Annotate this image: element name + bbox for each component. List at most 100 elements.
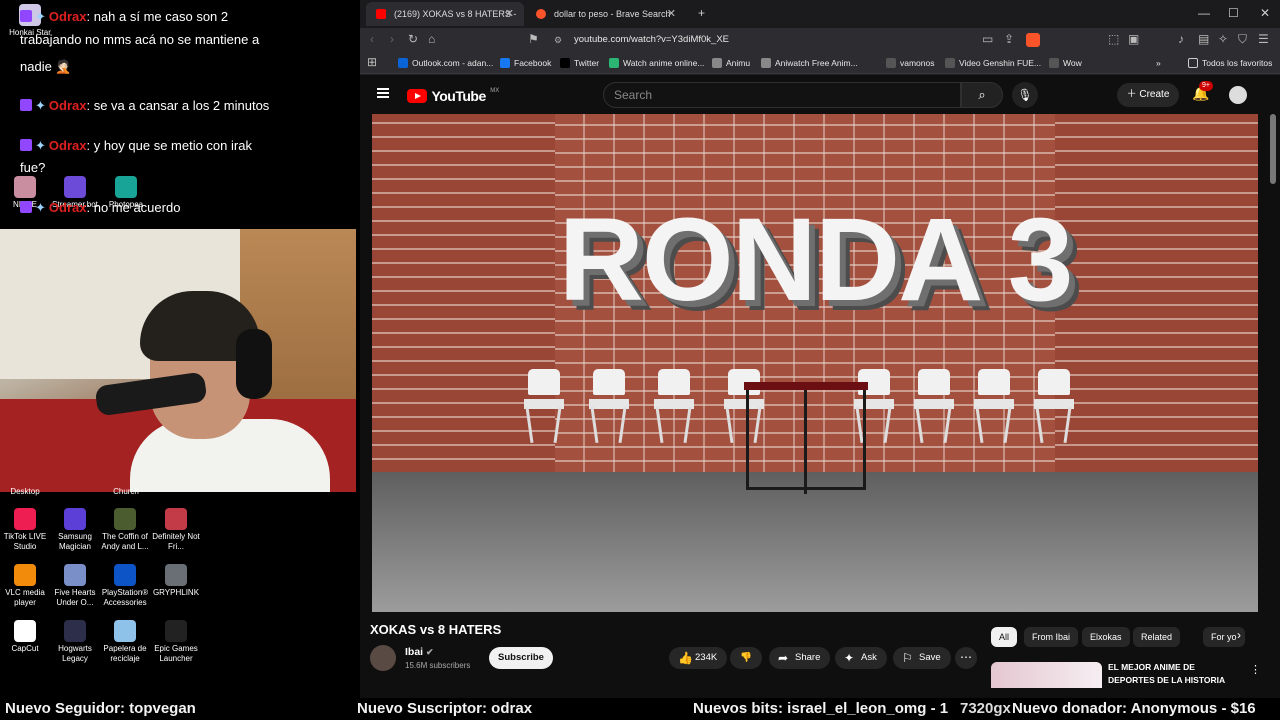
desktop-icon[interactable]: TikTok LIVE Studio	[0, 508, 53, 552]
chair	[587, 369, 631, 444]
share-icon: ➦	[778, 651, 789, 665]
bookmark-item[interactable]: Watch anime online...	[609, 52, 704, 74]
ticker-bits: Nuevos bits: israel_el_leon_omg - 1	[693, 700, 949, 717]
wallet-icon[interactable]: ▣	[1128, 32, 1139, 46]
recommended-thumbnail[interactable]	[991, 662, 1102, 688]
tab-brave-search[interactable]: dollar to peso - Brave Search ✕	[526, 2, 686, 26]
app-icon	[14, 620, 36, 642]
more-actions-button[interactable]: ⋯	[955, 647, 977, 669]
close-tab-icon[interactable]: ✕	[667, 2, 676, 26]
bookmark-item[interactable]: Wow	[1049, 52, 1082, 74]
menu-hamburger-icon[interactable]	[377, 88, 389, 98]
desktop-icon[interactable]: PlayStation® Accessories	[97, 564, 153, 608]
leo-icon[interactable]: ✧	[1218, 32, 1228, 46]
video-overlay-title: RONDA 3	[558, 194, 1074, 326]
bookmark-favicon-icon	[945, 58, 955, 68]
close-window-icon[interactable]: ✕	[1260, 6, 1270, 20]
folder-icon	[1188, 58, 1198, 68]
chair	[1032, 369, 1076, 444]
app-icon	[165, 508, 187, 530]
desktop-icon[interactable]: Epic Games Launcher	[148, 620, 204, 664]
account-avatar[interactable]	[1229, 86, 1247, 104]
desktop-icon[interactable]: VLC media player	[0, 564, 53, 608]
browser-toolbar: ‹ › ↻ ⌂ ⚑ ⚙ youtube.com/watch?v=Y3diMf0k…	[360, 28, 1280, 52]
desktop-icon[interactable]: Hogwarts Legacy	[47, 620, 103, 664]
bookmark-item[interactable]: vamonos	[886, 52, 935, 74]
search-icon: ⌕	[978, 87, 986, 102]
new-tab-button[interactable]: +	[698, 6, 705, 20]
save-button[interactable]: ⚐ Save	[893, 647, 951, 669]
bookmark-favicon-icon	[886, 58, 896, 68]
subscribe-button[interactable]: Subscribe	[489, 647, 553, 669]
filter-chip[interactable]: All	[991, 627, 1018, 647]
filter-chip[interactable]: From Ibai	[1024, 627, 1079, 647]
filter-chip[interactable]: Elxokas	[1082, 627, 1130, 647]
search-input[interactable]: Search	[603, 82, 961, 108]
youtube-logo[interactable]: YouTube MX	[407, 87, 499, 105]
search-button[interactable]: ⌕	[961, 82, 1003, 108]
site-info-icon[interactable]: ⚙	[554, 31, 562, 49]
dislike-button[interactable]: 👎	[730, 647, 762, 669]
share-page-icon[interactable]: ⇪	[1004, 32, 1014, 46]
vpn-icon[interactable]: ⛉	[1238, 32, 1247, 47]
minimize-icon[interactable]: —	[1198, 6, 1210, 20]
all-bookmarks[interactable]: Todos los favoritos	[1188, 52, 1272, 74]
desktop-icon[interactable]: GRYPHLINK	[148, 564, 204, 598]
brave-shields-icon[interactable]	[1026, 33, 1040, 47]
music-icon[interactable]: ♪	[1178, 32, 1184, 46]
bookmarks-bar: ⊞ Outlook.com - adan... Facebook Twitter Wa…	[360, 52, 1280, 74]
desktop-icon[interactable]: The Coffin of Andy and L...	[97, 508, 153, 552]
maximize-icon[interactable]: ☐	[1228, 6, 1239, 20]
bookmark-favicon-icon	[398, 58, 408, 68]
sparkle-badge-icon: ✦	[35, 9, 46, 24]
notification-count-badge: 9+	[1199, 81, 1213, 91]
close-tab-icon[interactable]: ✕	[505, 2, 514, 26]
channel-avatar[interactable]	[370, 645, 396, 671]
page-scrollbar[interactable]	[1270, 114, 1276, 184]
recommended-menu-icon[interactable]: ⋮	[1250, 663, 1261, 676]
desktop-icon[interactable]: Samsung Magician	[47, 508, 103, 552]
chevron-right-icon[interactable]: ›	[1237, 628, 1241, 642]
menu-icon[interactable]: ☰	[1258, 32, 1269, 46]
desktop-icon[interactable]: Papelera de reciclaje	[97, 620, 153, 664]
tab-youtube[interactable]: (2169) XOKAS vs 8 HATERS - You ✕	[366, 2, 524, 43]
youtube-play-icon	[407, 88, 427, 103]
apps-grid-icon[interactable]: ⊞	[367, 55, 377, 69]
bookmark-item[interactable]: Outlook.com - adan...	[398, 52, 493, 74]
reload-icon[interactable]: ↻	[408, 32, 418, 46]
bookmark-item[interactable]: Aniwatch Free Anim...	[761, 52, 858, 74]
ticker-follower: Nuevo Seguidor: topvegan	[5, 700, 196, 717]
bookmark-icon[interactable]: ⚑	[528, 32, 539, 46]
voice-search-button[interactable]: 🎙	[1012, 82, 1038, 108]
create-button[interactable]: ＋ Create	[1117, 83, 1179, 107]
recommended-title[interactable]: EL MEJOR ANIME DE DEPORTES DE LA HISTORI…	[1108, 661, 1238, 687]
back-icon[interactable]: ‹	[370, 32, 374, 46]
desktop-label: Desktop	[10, 487, 40, 496]
share-button[interactable]: ➦ Share	[769, 647, 831, 669]
sparkle-badge-icon: ✦	[35, 98, 46, 113]
filter-chip[interactable]: Related	[1133, 627, 1181, 647]
ask-button[interactable]: ✦ Ask	[835, 647, 887, 669]
verified-icon: ✔	[426, 647, 434, 657]
subscriber-count: 15.6M subscribers	[405, 661, 471, 670]
sidebar-icon[interactable]: ▤	[1198, 32, 1209, 46]
home-icon[interactable]: ⌂	[428, 32, 435, 46]
bookmark-item[interactable]: Twitter	[560, 52, 599, 74]
like-button[interactable]: 👍 234K	[669, 647, 728, 669]
video-player[interactable]: RONDA 3	[372, 114, 1258, 612]
bookmark-item[interactable]: Video Genshin FUE...	[945, 52, 1041, 74]
cast-icon[interactable]: ▭	[982, 32, 993, 46]
desktop-icon[interactable]: Five Hearts Under O...	[47, 564, 103, 608]
channel-name[interactable]: Ibai ✔	[405, 646, 434, 658]
bookmark-item[interactable]: Facebook	[500, 52, 551, 74]
bookmark-item[interactable]: Animu	[712, 52, 750, 74]
bookmark-favicon-icon	[1049, 58, 1059, 68]
bookmarks-overflow-icon[interactable]: »	[1156, 52, 1161, 74]
twitch-badge-icon	[20, 139, 32, 151]
desktop-icon[interactable]: CapCut	[0, 620, 53, 654]
extensions-icon[interactable]: ⬚	[1108, 32, 1119, 46]
forward-icon[interactable]: ›	[390, 32, 394, 46]
desktop-icon[interactable]: Definitely Not Fri...	[148, 508, 204, 552]
bookmark-favicon-icon	[500, 58, 510, 68]
app-icon	[114, 620, 136, 642]
